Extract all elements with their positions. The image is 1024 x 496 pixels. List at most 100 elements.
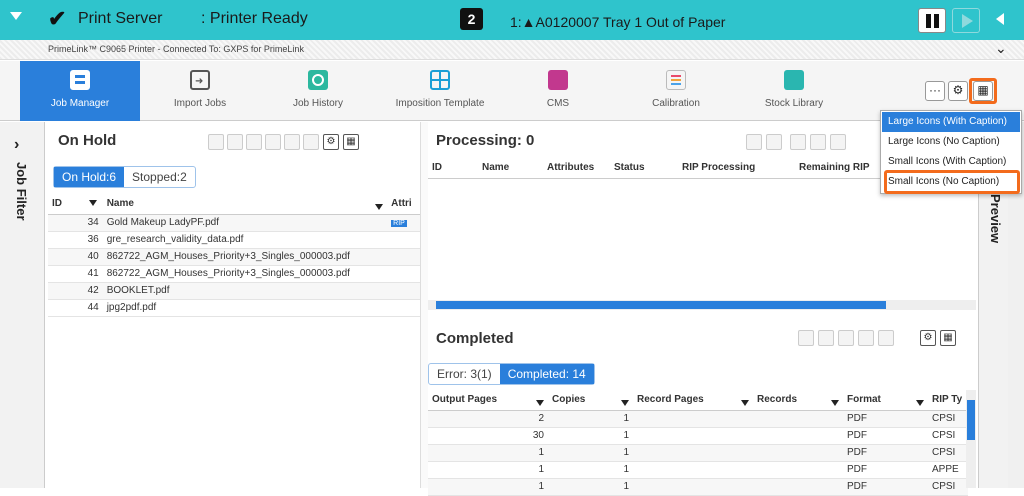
table-row[interactable]: 30 1 PDF CPSI (428, 427, 968, 445)
table-row[interactable]: 1 1 PDF CPSI (428, 444, 968, 462)
option-small-icons-with-caption[interactable]: Small Icons (With Caption) (882, 152, 1020, 172)
col-remaining-rip[interactable]: Remaining RIP (795, 158, 883, 179)
main-toolbar: Job Manager ➜ Import Jobs Job History Im… (0, 61, 1024, 121)
merge-icon[interactable] (246, 134, 262, 150)
processing-table: ID Name Attributes Status RIP Processing… (428, 158, 883, 179)
tab-stopped[interactable]: Stopped:2 (124, 167, 195, 187)
status-bar: ✔ Print Server : Printer Ready 2 1:▲A012… (0, 0, 1024, 40)
vertical-scrollbar[interactable] (966, 390, 976, 488)
col-status[interactable]: Status (610, 158, 678, 179)
check-icon: ✔ (48, 6, 67, 31)
table-row[interactable]: 36 gre_research_validity_data.pdf (48, 231, 420, 249)
completed-title: Completed (436, 330, 514, 347)
expand-left-icon[interactable] (996, 13, 1004, 25)
gear-icon[interactable]: ⚙ (323, 134, 339, 150)
chevron-down-icon[interactable]: ⌄ (995, 40, 1007, 57)
completed-tabs: Error: 3(1) Completed: 14 (428, 363, 595, 385)
gear-icon[interactable]: ⚙ (920, 330, 936, 346)
col-id[interactable]: ID (428, 158, 478, 179)
cms-icon (548, 70, 568, 90)
alert-count-badge[interactable]: 2 (460, 8, 483, 30)
tool-imposition-template[interactable]: Imposition Template (385, 61, 495, 121)
calibration-icon (666, 70, 686, 90)
print-icon[interactable] (208, 134, 224, 150)
undo-icon[interactable] (746, 134, 762, 150)
scrollbar-thumb[interactable] (436, 301, 886, 309)
tab-completed[interactable]: Completed: 14 (499, 364, 594, 384)
option-large-icons-no-caption[interactable]: Large Icons (No Caption) (882, 132, 1020, 152)
delete-icon[interactable] (284, 134, 300, 150)
tool-cms[interactable]: CMS (508, 61, 608, 121)
col-copies[interactable]: Copies (548, 390, 633, 411)
table-row[interactable]: 1 1 PDF CPSI (428, 478, 968, 496)
imposition-icon (430, 70, 450, 90)
filter-icon[interactable] (80, 194, 103, 215)
table-row[interactable]: 41 862722_AGM_Houses_Priority+3_Singles_0… (48, 265, 420, 283)
app-title: Print Server (78, 10, 163, 27)
connection-text: PrimeLink™ C9065 Printer - Connected To:… (48, 44, 304, 54)
rip-badge: RIP (391, 220, 407, 227)
copy-icon[interactable] (766, 134, 782, 150)
tab-error[interactable]: Error: 3(1) (429, 364, 500, 384)
tool-import-jobs[interactable]: ➜ Import Jobs (150, 61, 250, 121)
table-row[interactable]: 40 862722_AGM_Houses_Priority+3_Singles_0… (48, 248, 420, 266)
tool-stock-library[interactable]: Stock Library (744, 61, 844, 121)
col-format[interactable]: Format (843, 390, 928, 411)
proof-icon[interactable] (265, 134, 281, 150)
preview-label: Preview (988, 194, 1003, 244)
settings-gear-button[interactable]: ⚙ (948, 81, 968, 101)
table-row[interactable]: 34 Gold Makeup LadyPF.pdf RIP (48, 214, 420, 232)
option-large-icons-with-caption[interactable]: Large Icons (With Caption) (882, 112, 1020, 132)
print-icon[interactable] (798, 330, 814, 346)
col-rip-type[interactable]: RIP Ty (928, 390, 968, 411)
table-row[interactable]: 2 1 PDF CPSI (428, 410, 968, 428)
hold-icon[interactable] (303, 134, 319, 150)
col-rip-processing[interactable]: RIP Processing (678, 158, 795, 179)
on-hold-table: ID Name Attri 34 Gold Makeup LadyPF.pdf RI… (48, 194, 420, 317)
col-attributes[interactable]: Attributes (543, 158, 610, 179)
horizontal-scrollbar[interactable] (428, 300, 976, 310)
tool-job-history[interactable]: Job History (268, 61, 368, 121)
on-hold-title: On Hold (58, 132, 117, 149)
chevron-right-icon[interactable]: › (14, 136, 19, 154)
table-row[interactable]: 42 BOOKLET.pdf (48, 282, 420, 300)
on-hold-tabs: On Hold:6 Stopped:2 (53, 166, 196, 188)
move-down-icon[interactable] (830, 134, 846, 150)
play-button[interactable] (952, 8, 980, 33)
merge-icon[interactable] (838, 330, 854, 346)
tool-calibration[interactable]: Calibration (626, 61, 726, 121)
grid-icon[interactable]: ▦ (940, 330, 956, 346)
stock-library-icon (784, 70, 804, 90)
col-records[interactable]: Records (753, 390, 843, 411)
col-id[interactable]: ID (48, 194, 81, 215)
on-hold-panel: On Hold ⚙ ▦ On Hold:6 Stopped:2 ID Name … (46, 122, 420, 488)
col-record-pages[interactable]: Record Pages (633, 390, 753, 411)
delete-icon[interactable] (858, 330, 874, 346)
processing-title: Processing: 0 (436, 132, 535, 149)
copy-icon[interactable] (818, 330, 834, 346)
scrollbar-thumb[interactable] (967, 400, 975, 440)
col-attri[interactable]: Attri (387, 194, 420, 215)
alert-message[interactable]: 1:▲A0120007 Tray 1 Out of Paper (510, 14, 725, 30)
collapse-caret-icon[interactable] (10, 12, 22, 20)
pause-button[interactable] (918, 8, 946, 33)
more-options-button[interactable]: ··· (925, 81, 945, 101)
preview-panel[interactable]: Preview (978, 190, 1008, 488)
connection-bar: PrimeLink™ C9065 Printer - Connected To:… (0, 40, 1024, 60)
table-row[interactable]: 1 1 PDF APPE (428, 461, 968, 479)
table-row[interactable]: 44 jpg2pdf.pdf (48, 299, 420, 317)
highlight-small-icons-no-caption (884, 170, 1020, 194)
col-output-pages[interactable]: Output Pages (428, 390, 548, 411)
hold-icon[interactable] (878, 330, 894, 346)
job-filter-panel[interactable]: › Job Filter (0, 122, 45, 488)
grid-icon[interactable]: ▦ (343, 134, 359, 150)
tab-on-hold[interactable]: On Hold:6 (54, 167, 125, 187)
tool-job-manager[interactable]: Job Manager (20, 61, 140, 121)
col-name[interactable]: Name (478, 158, 543, 179)
panel-splitter[interactable] (420, 122, 428, 488)
job-filter-label: Job Filter (14, 162, 29, 221)
copy-icon[interactable] (227, 134, 243, 150)
move-up-icon[interactable] (810, 134, 826, 150)
col-name[interactable]: Name (102, 194, 388, 215)
move-top-icon[interactable] (790, 134, 806, 150)
